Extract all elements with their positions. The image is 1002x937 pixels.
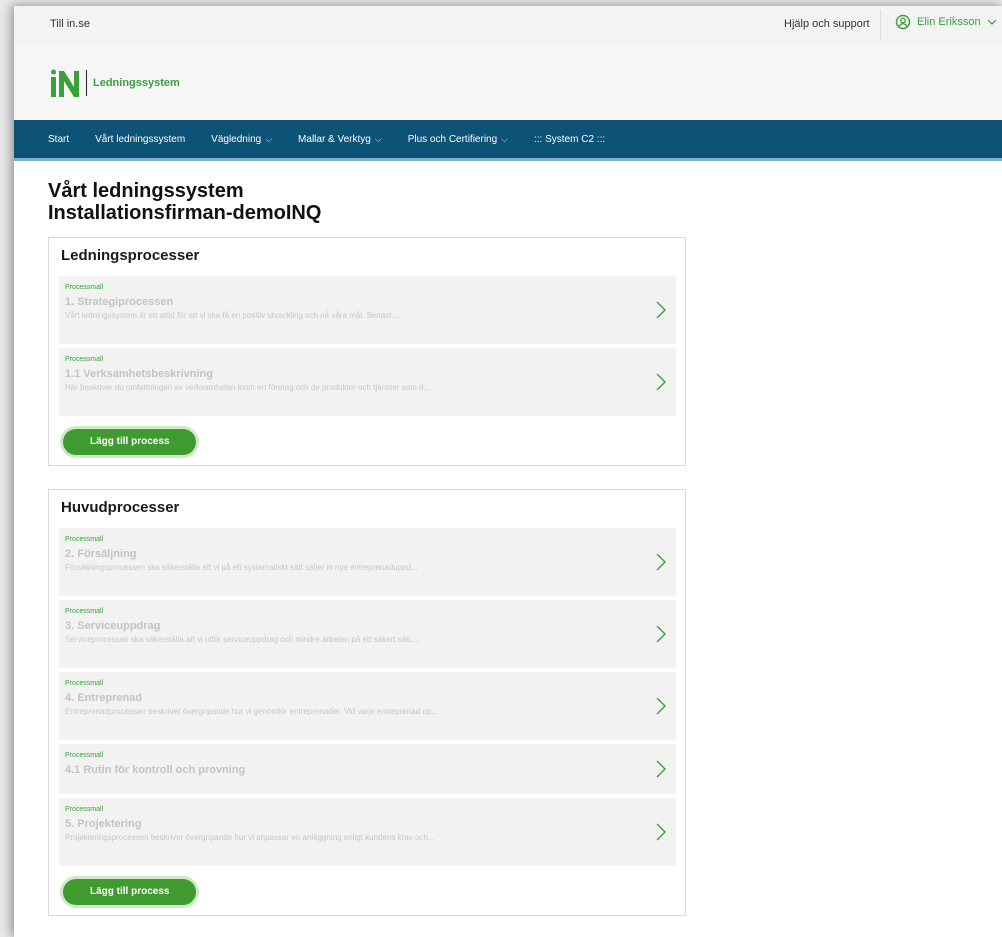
ledningsprocesser-card: Ledningsprocesser Processmall 1. Strateg… xyxy=(48,237,686,466)
process-description: Serviceprocessen ska säkerställa att vi … xyxy=(65,635,420,644)
section-title: Huvudprocesser xyxy=(61,499,180,516)
page-title-line2: Installationsfirman-demoINQ xyxy=(48,202,322,224)
nav-start[interactable]: Start xyxy=(48,134,69,145)
browser-window: Till in.se Hjälp och support Elin Erikss… xyxy=(14,6,1002,937)
chevron-down-icon: ⌵ xyxy=(501,133,508,144)
nav-label: Vårt ledningssystem xyxy=(95,133,186,145)
user-menu[interactable]: Elin Eriksson xyxy=(895,14,997,30)
process-name: 1.1 Verksamhetsbeskrivning xyxy=(65,368,213,380)
main-nav: Start Vårt ledningssystem Vägledning ⌵ Ma… xyxy=(14,120,1002,161)
logo[interactable]: Ledningssystem xyxy=(50,68,180,98)
help-support-link[interactable]: Hjälp och support xyxy=(784,18,870,30)
process-tag: Processmall xyxy=(65,680,104,687)
section-title: Ledningsprocesser xyxy=(61,247,200,264)
till-in-se-link[interactable]: Till in.se xyxy=(50,18,90,30)
process-tag: Processmall xyxy=(65,806,104,813)
process-item[interactable]: Processmall 4. Entreprenad Entreprenadpr… xyxy=(59,672,676,740)
nav-vart-ledningssystem[interactable]: Vårt ledningssystem xyxy=(95,134,185,145)
process-description: Projekteringsprocessen beskriver övergri… xyxy=(65,833,435,842)
nav-label: Vägledning xyxy=(211,133,262,145)
chevron-right-icon xyxy=(656,553,666,571)
process-description: Entreprenadprocessen beskriver övergripa… xyxy=(65,707,438,716)
process-description: Försäljningsprocessen ska säkerställa at… xyxy=(65,563,418,572)
chevron-right-icon xyxy=(656,697,666,715)
page-title-line1: Vårt ledningssystem xyxy=(48,180,244,202)
process-name: 2. Försäljning xyxy=(65,548,137,560)
chevron-right-icon xyxy=(656,760,666,778)
chevron-right-icon xyxy=(656,625,666,643)
process-item[interactable]: Processmall 3. Serviceuppdrag Servicepro… xyxy=(59,600,676,668)
process-name: 3. Serviceuppdrag xyxy=(65,620,161,632)
nav-label: ::: System C2 ::: xyxy=(534,133,606,145)
chevron-right-icon xyxy=(656,823,666,841)
nav-system-c2[interactable]: ::: System C2 ::: xyxy=(534,134,605,145)
chevron-right-icon xyxy=(656,301,666,319)
in-logo-icon xyxy=(51,69,79,97)
process-name: 1. Strategiprocessen xyxy=(65,296,174,308)
process-tag: Processmall xyxy=(65,356,104,363)
process-item[interactable]: Processmall 1. Strategiprocessen Vårt le… xyxy=(59,276,676,344)
process-description: Här beskriver du omfattningen av verksam… xyxy=(65,383,431,392)
chevron-down-icon xyxy=(987,19,997,25)
process-item[interactable]: Processmall 1.1 Verksamhetsbeskrivning H… xyxy=(59,348,676,416)
add-process-button[interactable]: Lägg till process xyxy=(63,879,197,905)
process-name: 4.1 Rutin för kontroll och provning xyxy=(65,764,246,776)
process-tag: Processmall xyxy=(65,284,104,291)
process-description: Vårt ledningssystem är ett stöd för att … xyxy=(65,311,401,320)
process-name: 5. Projektering xyxy=(65,818,142,830)
process-tag: Processmall xyxy=(65,752,104,759)
chevron-down-icon: ⌵ xyxy=(265,133,273,144)
nav-label: Mallar & Verktyg xyxy=(298,133,371,145)
process-tag: Processmall xyxy=(65,536,104,543)
chevron-right-icon xyxy=(656,373,666,391)
user-name: Elin Eriksson xyxy=(917,16,981,28)
chevron-down-icon: ⌵ xyxy=(374,133,382,144)
process-tag: Processmall xyxy=(65,608,104,615)
brand-bar: Ledningssystem xyxy=(14,44,1002,120)
process-item[interactable]: Processmall 2. Försäljning Försäljningsp… xyxy=(59,528,676,596)
nav-vagledning[interactable]: Vägledning ⌵ xyxy=(211,134,272,145)
nav-plus-certifiering[interactable]: Plus och Certifiering ⌵ xyxy=(408,134,508,145)
app-name: Ledningssystem xyxy=(93,77,180,89)
huvudprocesser-card: Huvudprocesser Processmall 2. Försäljnin… xyxy=(48,489,686,916)
utility-divider xyxy=(880,10,881,40)
process-name: 4. Entreprenad xyxy=(65,692,143,704)
nav-mallar-verktyg[interactable]: Mallar & Verktyg ⌵ xyxy=(298,134,382,145)
process-item[interactable]: Processmall 4.1 Rutin för kontroll och p… xyxy=(59,744,676,794)
logo-separator xyxy=(86,70,87,96)
user-icon xyxy=(895,14,911,30)
utility-bar: Till in.se Hjälp och support Elin Erikss… xyxy=(14,6,1002,44)
main-content: Vårt ledningssystem Installationsfirman-… xyxy=(14,161,1002,916)
add-process-button[interactable]: Lägg till process xyxy=(63,429,197,455)
process-item[interactable]: Processmall 5. Projektering Projektering… xyxy=(59,798,676,866)
page-title: Vårt ledningssystem Installationsfirman-… xyxy=(48,180,1002,224)
nav-label: Plus och Certifiering xyxy=(407,133,498,145)
nav-label: Start xyxy=(48,133,70,145)
